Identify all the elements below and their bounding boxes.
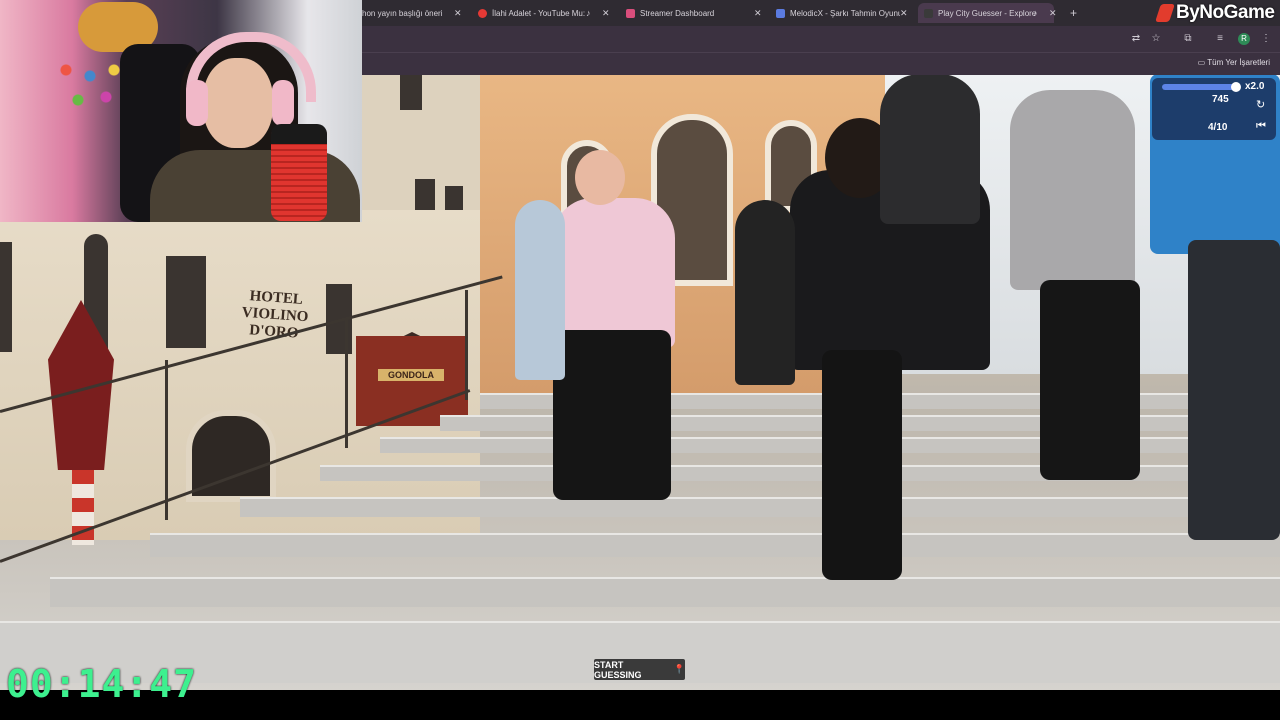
extensions-icon[interactable]: ⧉ [1182, 33, 1194, 45]
stream-timer: 00:14:47 [6, 662, 198, 706]
round-counter: 4/10 [1208, 122, 1228, 133]
tab-0[interactable]: hon yayın başlığı öneri [362, 3, 466, 23]
close-icon[interactable]: ✕ [602, 3, 610, 23]
gondola-sign: GONDOLA [378, 369, 444, 381]
map-pin-icon: 📍 [673, 664, 685, 674]
zoom-label: x2.0 [1245, 81, 1265, 92]
translate-icon[interactable]: ⇄ [1130, 33, 1142, 45]
person-grey-coat [1010, 90, 1135, 290]
profile-icon[interactable]: R [1238, 33, 1250, 45]
menu-icon[interactable]: ⋮ [1260, 33, 1272, 45]
audio-icon[interactable]: ♪ [1033, 3, 1038, 23]
person-pink-shirt [553, 198, 675, 348]
melodicx-icon [776, 8, 785, 18]
close-icon[interactable]: ✕ [454, 3, 462, 23]
twitch-icon [626, 8, 635, 18]
tab-3[interactable]: MelodicX - Şarkı Tahmin Oyunu [772, 3, 900, 23]
bookmarks-bar: ▭ Tüm Yer İşaretleri [362, 52, 1280, 75]
youtube-icon [478, 8, 487, 18]
folder-icon: ▭ [1197, 58, 1208, 67]
tab-2[interactable]: Streamer Dashboard [622, 3, 756, 23]
zoom-slider-fill [1162, 84, 1237, 90]
cityguesser-icon [924, 8, 933, 18]
close-icon[interactable]: ✕ [754, 3, 762, 23]
start-guessing-button[interactable]: START GUESSING 📍 [594, 659, 685, 680]
address-bar[interactable] [362, 26, 1280, 52]
skip-back-icon[interactable]: ⏮ [1256, 120, 1266, 133]
brand-logo: ByNoGame [1176, 2, 1275, 23]
all-bookmarks-button[interactable]: ▭ Tüm Yer İşaretleri [1198, 58, 1270, 67]
media-icon[interactable]: ≡ [1214, 33, 1226, 45]
tab-1[interactable]: İlahi Adalet - YouTube Mu: [474, 3, 588, 23]
star-icon[interactable]: ☆ [1150, 33, 1162, 45]
close-icon[interactable]: ✕ [900, 3, 908, 23]
refresh-icon[interactable]: ↻ [1256, 98, 1265, 111]
audio-icon[interactable]: ♪ [586, 3, 591, 23]
browser-tab-bar: hon yayın başlığı öneri ✕ İlahi Adalet -… [362, 0, 1280, 26]
close-icon[interactable]: ✕ [1049, 3, 1057, 23]
webcam-overlay [0, 0, 362, 222]
new-tab-button[interactable]: + [1070, 3, 1077, 23]
score: 745 [1212, 94, 1229, 105]
